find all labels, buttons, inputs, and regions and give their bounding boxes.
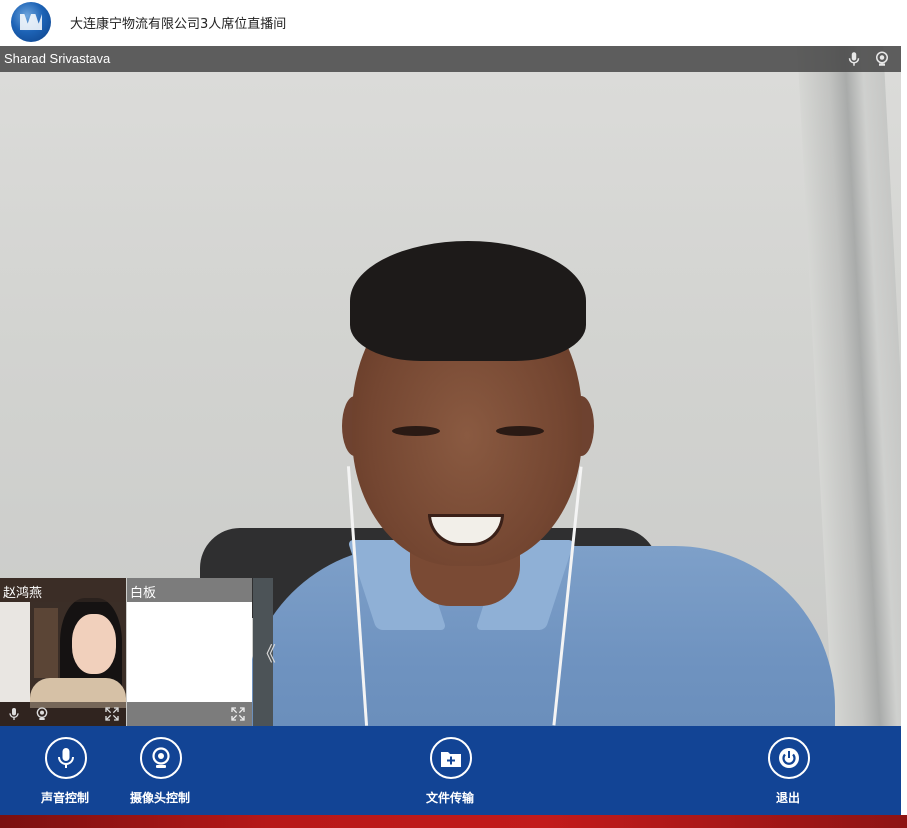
power-icon <box>768 737 810 779</box>
thumbnail-background-wall <box>0 602 30 702</box>
fullscreen-icon[interactable] <box>104 706 120 722</box>
audio-control-button[interactable]: 声音控制 <box>15 726 115 815</box>
right-margin <box>901 46 907 815</box>
company-logo-icon <box>11 2 51 42</box>
camera-icon[interactable] <box>873 50 891 68</box>
thumbnail-face <box>72 614 116 674</box>
participant-name: 赵鸿燕 <box>3 586 43 601</box>
folder-plus-icon <box>430 737 472 779</box>
file-transfer-label: 文件传输 <box>425 791 474 805</box>
thumbnail-label-bar: 白板 <box>127 578 252 602</box>
thumbnail-control-bar <box>127 702 252 726</box>
thumbnail-control-bar <box>0 702 126 726</box>
camera-icon[interactable] <box>34 706 50 722</box>
fullscreen-icon[interactable] <box>230 706 246 722</box>
microphone-icon[interactable] <box>845 50 863 68</box>
speaker-eye-right <box>496 426 544 436</box>
double-chevron-left-icon: 《 <box>256 642 276 666</box>
whiteboard-label: 白板 <box>130 586 157 601</box>
speaker-name-bar: Sharad Srivastava <box>0 46 901 72</box>
header-bar: 大连康宁物流有限公司3人席位直播间 <box>0 0 907 46</box>
whiteboard-thumbnail[interactable]: 白板 <box>127 578 252 726</box>
speaker-name: Sharad Srivastava <box>4 51 111 66</box>
bottom-toolbar: 声音控制 摄像头控制 文件传输 退出 <box>0 726 901 815</box>
speaker-eye-left <box>392 426 440 436</box>
camera-control-label: 摄像头控制 <box>129 791 190 805</box>
collapse-thumbnails-button[interactable]: 《 <box>253 578 276 726</box>
thumbnail-bookshelf <box>34 608 58 678</box>
speaker-hair <box>350 241 586 361</box>
webcam-icon <box>140 737 182 779</box>
participant-thumbnail[interactable]: 赵鸿燕 <box>0 578 126 726</box>
room-title: 大连康宁物流有限公司3人席位直播间 <box>70 17 287 32</box>
audio-control-label: 声音控制 <box>40 791 89 805</box>
microphone-icon <box>45 737 87 779</box>
exit-label: 退出 <box>775 791 800 805</box>
exit-button[interactable]: 退出 <box>738 726 838 815</box>
camera-control-button[interactable]: 摄像头控制 <box>110 726 210 815</box>
thumbnail-label-bar: 赵鸿燕 <box>0 578 126 602</box>
microphone-icon[interactable] <box>6 706 22 722</box>
file-transfer-button[interactable]: 文件传输 <box>400 726 500 815</box>
bottom-decorative-strip <box>0 815 907 828</box>
